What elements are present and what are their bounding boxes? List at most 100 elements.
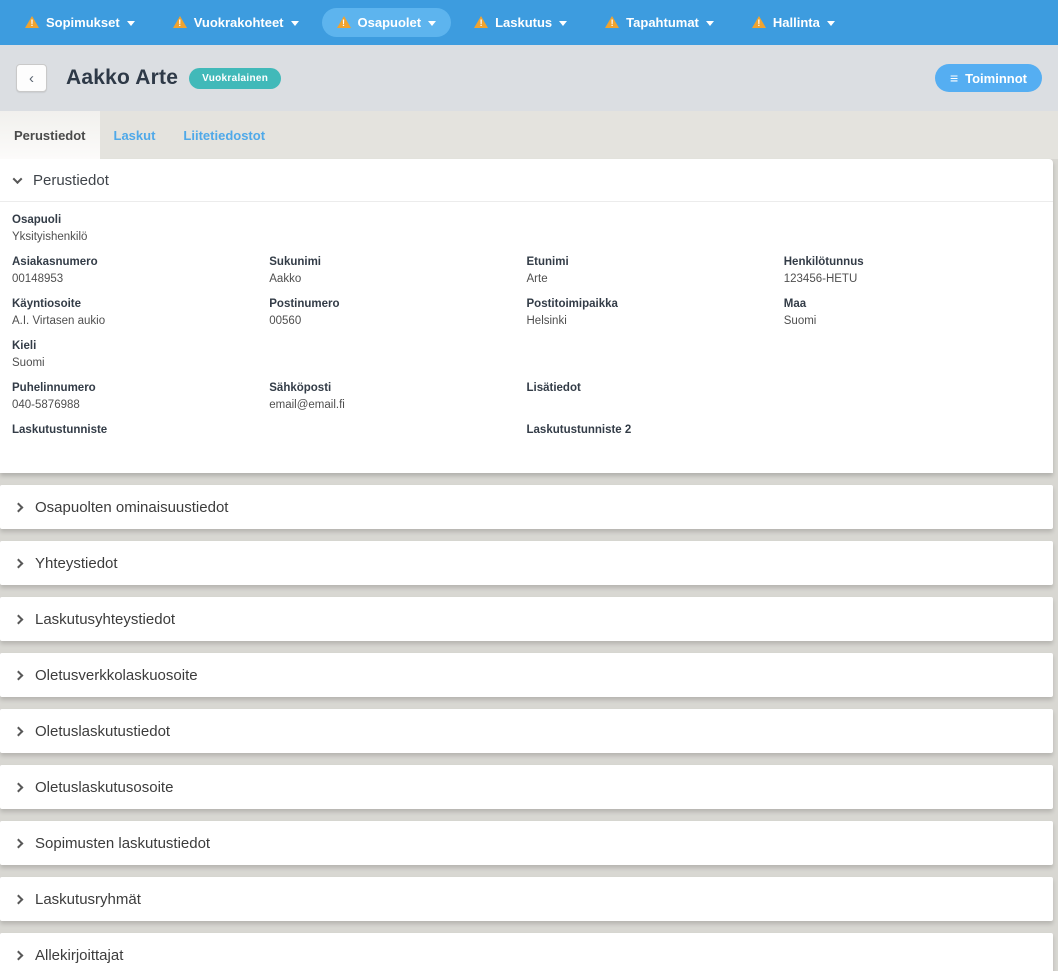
caret-down-icon [559, 21, 567, 26]
warning-icon [474, 16, 488, 28]
nav-item-label: Laskutus [495, 15, 552, 30]
collapsed-section-header[interactable]: Oletuslaskutustiedot [0, 709, 1053, 753]
chevron-right-icon [14, 502, 24, 512]
chevron-right-icon [14, 670, 24, 680]
field: Lisätiedot [527, 382, 784, 415]
tab-bar: PerustiedotLaskutLiitetiedostot [0, 111, 1058, 159]
field-label: Lisätiedot [527, 382, 784, 394]
basic-info-card: Perustiedot Osapuoli Yksityishenkilö Asi… [0, 159, 1053, 473]
chevron-right-icon [14, 894, 24, 904]
collapsed-sections: Osapuolten ominaisuustiedot Yhteystiedot… [0, 485, 1058, 971]
chevron-right-icon [14, 950, 24, 960]
chevron-right-icon [14, 558, 24, 568]
collapsed-section-header[interactable]: Sopimusten laskutustiedot [0, 821, 1053, 865]
collapsed-section-title: Oletuslaskutusosoite [35, 779, 173, 796]
field: Kieli Suomi [12, 340, 269, 373]
field: Sähköposti email@email.fi [269, 382, 526, 415]
field: Maa Suomi [784, 298, 1041, 331]
field: Osapuoli Yksityishenkilö [12, 214, 269, 247]
collapsed-section-title: Laskutusyhteystiedot [35, 611, 175, 628]
field-label: Sukunimi [269, 256, 526, 268]
tab-laskut[interactable]: Laskut [100, 111, 170, 159]
field-value [12, 441, 269, 454]
nav-item-osapuolet[interactable]: Osapuolet [322, 8, 452, 37]
field-value: Suomi [784, 315, 1041, 328]
collapsed-section-header[interactable]: Oletuslaskutusosoite [0, 765, 1053, 809]
collapsed-section-header[interactable]: Osapuolten ominaisuustiedot [0, 485, 1053, 529]
tab-liitetiedostot[interactable]: Liitetiedostot [169, 111, 279, 159]
chevron-down-icon [13, 174, 23, 184]
field-label: Käyntiosoite [12, 298, 269, 310]
collapsed-section-header[interactable]: Laskutusryhmät [0, 877, 1053, 921]
caret-down-icon [428, 21, 436, 26]
field-value: Suomi [12, 357, 269, 370]
section-title: Perustiedot [33, 172, 109, 189]
hamburger-icon: ≡ [950, 71, 958, 85]
status-badge: Vuokralainen [189, 68, 281, 89]
field-value: email@email.fi [269, 399, 526, 412]
nav-item-label: Vuokrakohteet [194, 15, 284, 30]
actions-button[interactable]: ≡ Toiminnot [935, 64, 1042, 92]
field: Postinumero 00560 [269, 298, 526, 331]
field: Puhelinnumero 040-5876988 [12, 382, 269, 415]
page-header: ‹ Aakko Arte Vuokralainen ≡ Toiminnot [0, 45, 1058, 111]
warning-icon [337, 16, 351, 28]
field: Asiakasnumero 00148953 [12, 256, 269, 289]
warning-icon [25, 16, 39, 28]
nav-item-vuokrakohteet[interactable]: Vuokrakohteet [158, 8, 314, 37]
nav-item-hallinta[interactable]: Hallinta [737, 8, 850, 37]
field-value: 00148953 [12, 273, 269, 286]
caret-down-icon [706, 21, 714, 26]
basic-info-fields: Osapuoli Yksityishenkilö Asiakasnumero 0… [0, 202, 1053, 473]
field: Sukunimi Aakko [269, 256, 526, 289]
warning-icon [752, 16, 766, 28]
tab-perustiedot[interactable]: Perustiedot [0, 111, 100, 159]
field-value: 123456-HETU [784, 273, 1041, 286]
chevron-right-icon [14, 614, 24, 624]
field-label: Laskutustunniste [12, 424, 269, 436]
nav-item-laskutus[interactable]: Laskutus [459, 8, 582, 37]
field-value [527, 399, 784, 412]
field: Käyntiosoite A.I. Virtasen aukio [12, 298, 269, 331]
nav-item-tapahtumat[interactable]: Tapahtumat [590, 8, 729, 37]
field-label: Asiakasnumero [12, 256, 269, 268]
top-nav: Sopimukset Vuokrakohteet Osapuolet Lasku… [0, 0, 1058, 45]
back-icon: ‹ [29, 70, 34, 87]
field-value: Yksityishenkilö [12, 231, 269, 244]
nav-item-sopimukset[interactable]: Sopimukset [10, 8, 150, 37]
field: Laskutustunniste [12, 424, 269, 457]
chevron-right-icon [14, 838, 24, 848]
collapsed-section-title: Sopimusten laskutustiedot [35, 835, 210, 852]
collapsed-section-header[interactable]: Oletusverkkolaskuosoite [0, 653, 1053, 697]
collapsed-section-header[interactable]: Allekirjoittajat [0, 933, 1053, 971]
field-label: Etunimi [527, 256, 784, 268]
chevron-right-icon [14, 782, 24, 792]
field-label: Maa [784, 298, 1041, 310]
field-label: Laskutustunniste 2 [527, 424, 784, 436]
field-value: Arte [527, 273, 784, 286]
field: Henkilötunnus 123456-HETU [784, 256, 1041, 289]
field-label: Postitoimipaikka [527, 298, 784, 310]
back-button[interactable]: ‹ [16, 64, 47, 92]
caret-down-icon [127, 21, 135, 26]
field: Laskutustunniste 2 [527, 424, 784, 457]
collapsed-section-title: Yhteystiedot [35, 555, 118, 572]
warning-icon [173, 16, 187, 28]
collapsed-section-title: Laskutusryhmät [35, 891, 141, 908]
collapsed-section-header[interactable]: Laskutusyhteystiedot [0, 597, 1053, 641]
nav-item-label: Sopimukset [46, 15, 120, 30]
field-value: Helsinki [527, 315, 784, 328]
page-title: Aakko Arte [66, 66, 178, 90]
warning-icon [605, 16, 619, 28]
field-value: 040-5876988 [12, 399, 269, 412]
field-value: A.I. Virtasen aukio [12, 315, 269, 328]
field: Postitoimipaikka Helsinki [527, 298, 784, 331]
caret-down-icon [291, 21, 299, 26]
field-value: Aakko [269, 273, 526, 286]
collapsed-section-header[interactable]: Yhteystiedot [0, 541, 1053, 585]
collapsed-section-title: Osapuolten ominaisuustiedot [35, 499, 228, 516]
basic-info-section-header[interactable]: Perustiedot [0, 159, 1053, 201]
field-label: Puhelinnumero [12, 382, 269, 394]
field-label: Osapuoli [12, 214, 269, 226]
caret-down-icon [827, 21, 835, 26]
